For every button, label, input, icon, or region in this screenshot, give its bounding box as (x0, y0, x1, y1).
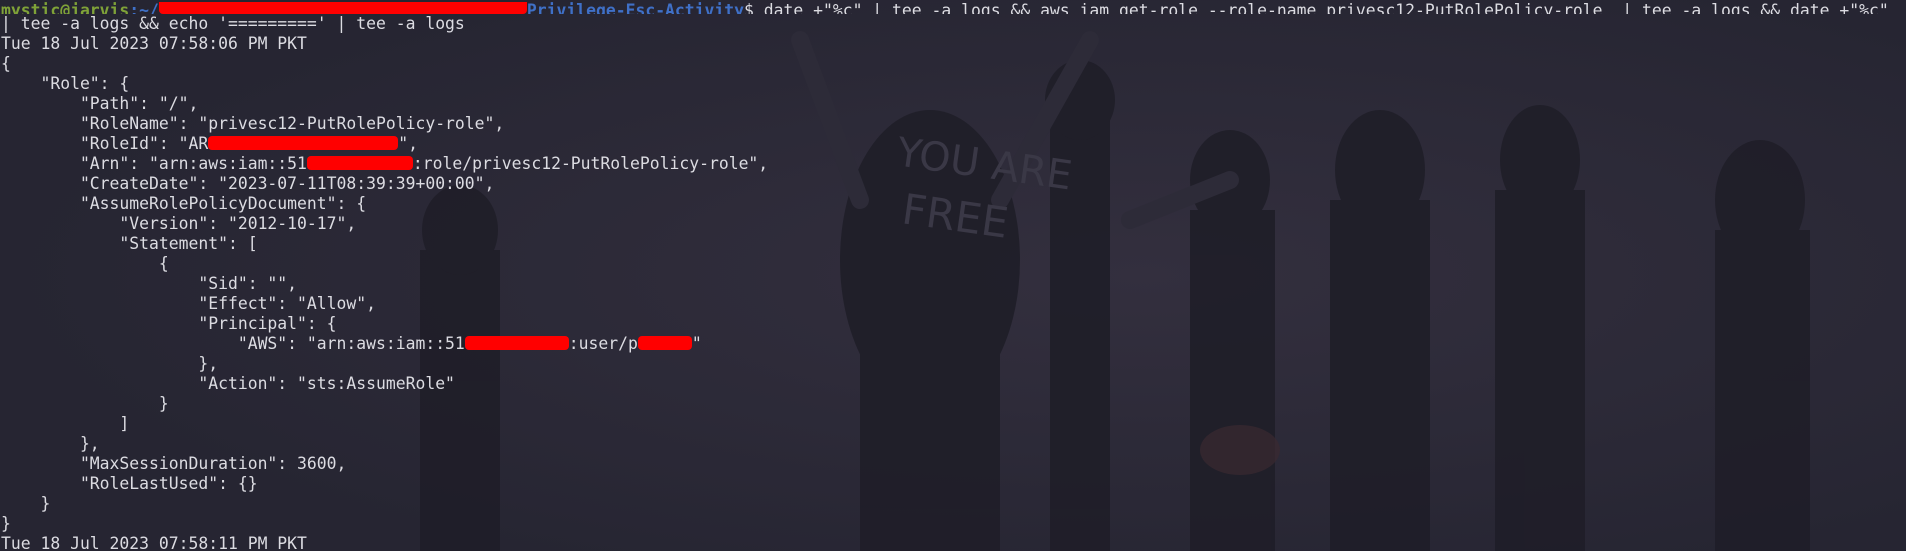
command-continuation: | tee -a logs && echo '=========' | tee … (1, 14, 465, 33)
redacted-path (158, 2, 527, 14)
json-maxsession: "MaxSessionDuration": 3600, (1, 454, 347, 473)
prompt-line: mystic@jarvis:~/Privilege-Esc-Activity$ … (1, 0, 1905, 14)
json-brace-close: } (1, 514, 11, 533)
json-path: "Path": "/", (1, 94, 199, 113)
output-date-2: Tue 18 Jul 2023 07:58:11 PM PKT (1, 534, 307, 551)
json-assume-open: "AssumeRolePolicyDocument": { (1, 194, 367, 213)
command-text: date +"%c" | tee -a logs && aws iam get-… (753, 1, 1889, 14)
roleid-suffix: ", (398, 134, 418, 153)
json-sid: "Sid": "", (1, 274, 298, 293)
prompt-path-prefix: :~/ (129, 1, 159, 14)
json-aws-principal: "AWS": "arn:aws:iam::51 :user/p " (1, 334, 1905, 354)
redacted-account-id-2 (464, 336, 569, 350)
json-effect: "Effect": "Allow", (1, 294, 376, 313)
prompt-path-dir: Privilege-Esc-Activity (526, 1, 745, 14)
terminal-output[interactable]: mystic@jarvis:~/Privilege-Esc-Activity$ … (1, 0, 1905, 551)
json-statement-open: "Statement": [ (1, 234, 258, 253)
json-principal-close: }, (1, 354, 219, 373)
json-rolename: "RoleName": "privesc12-PutRolePolicy-rol… (1, 114, 505, 133)
json-statement-close: ] (1, 414, 130, 433)
json-lastused: "RoleLastUsed": {} (1, 474, 258, 493)
json-roleid: "RoleId": "AR ", (1, 134, 1905, 154)
json-object-open: { (1, 254, 169, 273)
json-createdate: "CreateDate": "2023-07-11T08:39:39+00:00… (1, 174, 495, 193)
redacted-username (637, 336, 692, 350)
aws-mid: :user/p (568, 334, 638, 353)
roleid-prefix: "RoleId": "AR (1, 134, 209, 153)
json-brace-open: { (1, 54, 11, 73)
json-action: "Action": "sts:AssumeRole" (1, 374, 455, 393)
aws-suffix: " (691, 334, 702, 353)
json-arn: "Arn": "arn:aws:iam::51 :role/privesc12-P… (1, 154, 1905, 174)
prompt-symbol: $ (744, 1, 754, 14)
arn-prefix: "Arn": "arn:aws:iam::51 (1, 154, 307, 173)
json-principal-open: "Principal": { (1, 314, 337, 333)
redacted-account-id (306, 156, 413, 170)
output-date-1: Tue 18 Jul 2023 07:58:06 PM PKT (1, 34, 307, 53)
json-object-close: } (1, 394, 169, 413)
json-role-close: } (1, 494, 51, 513)
prompt-user-host: mystic@jarvis (1, 1, 130, 14)
json-role-open: "Role": { (1, 74, 130, 93)
json-assume-close: }, (1, 434, 100, 453)
aws-prefix: "AWS": "arn:aws:iam::51 (1, 334, 465, 353)
json-version: "Version": "2012-10-17", (1, 214, 357, 233)
arn-suffix: :role/privesc12-PutRolePolicy-role", (412, 154, 769, 173)
redacted-roleid (208, 136, 399, 150)
